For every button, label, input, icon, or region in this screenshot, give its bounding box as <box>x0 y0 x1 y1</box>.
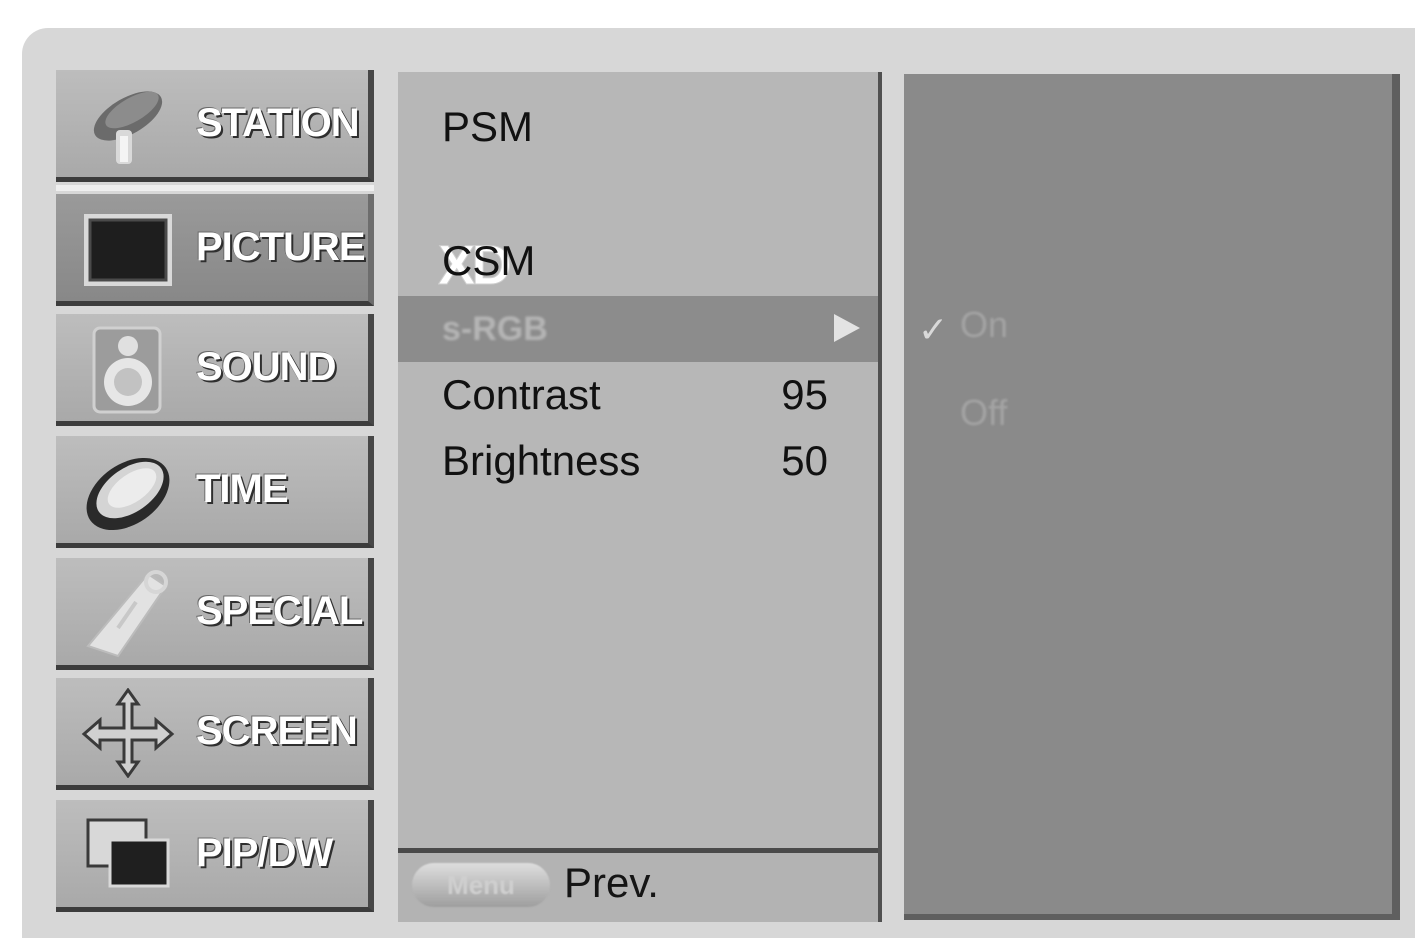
main-menu-sidebar: STATION PICTURE SOUND TIME SPECIAL SCREE… <box>56 70 380 920</box>
menu-item-label: CSM <box>442 237 536 284</box>
check-mark-icon: ✓ <box>918 310 949 351</box>
prev-label: Prev. <box>564 859 659 906</box>
clock-icon <box>78 446 178 536</box>
speaker-icon <box>78 324 178 414</box>
sidebar-item-sound[interactable]: SOUND <box>56 314 374 426</box>
menu-item-brightness[interactable]: Brightness 50 <box>398 428 878 494</box>
contrast-value: 95 <box>781 371 828 418</box>
menu-button[interactable]: Menu <box>412 863 550 907</box>
sidebar-item-pip-dw[interactable]: PIP/DW <box>56 800 374 912</box>
menu-item-psm[interactable]: PSM <box>398 94 878 160</box>
pip-windows-icon <box>78 810 178 900</box>
sidebar-item-label: TIME <box>196 467 289 511</box>
sidebar-item-special[interactable]: SPECIAL <box>56 558 374 670</box>
sidebar-item-label: SOUND <box>196 345 336 389</box>
menu-item-label: PSM <box>442 103 534 150</box>
remote-control-icon <box>78 568 178 658</box>
move-arrows-icon <box>78 687 178 779</box>
menu-item-xd[interactable] <box>398 160 878 226</box>
menu-footer: Menu Prev. <box>398 848 878 922</box>
brightness-value: 50 <box>781 437 828 484</box>
menu-item-label: Brightness <box>442 437 641 484</box>
menu-item-srgb[interactable]: s-RGB <box>398 296 878 362</box>
picture-menu-panel: PSM XD CSM s-RGB Contrast 95 Brightness … <box>398 72 882 922</box>
option-off[interactable]: Off <box>960 392 1007 434</box>
sidebar-item-screen[interactable]: SCREEN <box>56 678 374 790</box>
sidebar-item-picture[interactable]: PICTURE <box>56 194 374 306</box>
satellite-dish-icon <box>78 80 178 170</box>
option-on[interactable]: On <box>960 304 1008 346</box>
sidebar-item-label: SCREEN <box>196 709 358 753</box>
divider <box>56 185 374 191</box>
tv-screen-icon <box>78 204 178 294</box>
sidebar-item-label: PIP/DW <box>196 831 333 875</box>
menu-item-contrast[interactable]: Contrast 95 <box>398 362 878 428</box>
menu-item-label: Contrast <box>442 371 601 418</box>
sidebar-item-station[interactable]: STATION <box>56 70 374 182</box>
srgb-submenu-panel: ✓ On Off <box>904 74 1400 920</box>
menu-item-csm[interactable]: CSM <box>398 228 878 294</box>
menu-item-label: s-RGB <box>442 309 548 348</box>
submenu-arrow-icon <box>834 314 860 342</box>
sidebar-item-label: STATION <box>196 101 360 145</box>
sidebar-item-time[interactable]: TIME <box>56 436 374 548</box>
sidebar-item-label: SPECIAL <box>196 589 363 633</box>
sidebar-item-label: PICTURE <box>196 225 366 269</box>
